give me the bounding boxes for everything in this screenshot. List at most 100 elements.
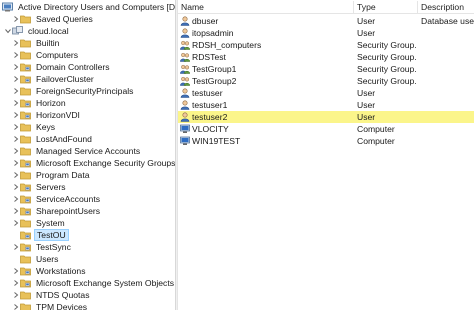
user-icon xyxy=(180,112,190,122)
tree-item-label: TPM Devices xyxy=(36,302,88,310)
tree-item[interactable]: Users xyxy=(12,253,60,265)
tree-item[interactable]: TestOU xyxy=(12,229,69,241)
tree-saved-queries[interactable]: Saved Queries xyxy=(12,13,95,25)
tree-root[interactable]: Active Directory Users and Computers [DC… xyxy=(2,1,175,13)
list-item[interactable]: TestGroup1 Security Group... xyxy=(178,63,474,75)
tree-item-label: Keys xyxy=(36,122,56,132)
ou-icon xyxy=(20,230,31,240)
tree-item-label: FailoverCluster xyxy=(36,74,94,84)
chevron-right-icon[interactable] xyxy=(12,97,20,109)
tree-item[interactable]: LostAndFound xyxy=(12,133,94,145)
folder-icon xyxy=(20,38,31,48)
item-type: User xyxy=(357,88,376,98)
item-description xyxy=(421,123,474,135)
details-list[interactable]: Name Type Description dbuser User Database… xyxy=(178,0,474,310)
chevron-right-icon[interactable] xyxy=(12,49,20,61)
folder-icon xyxy=(20,170,31,180)
tree-item-label: NTDS Quotas xyxy=(36,290,90,300)
chevron-right-icon[interactable] xyxy=(12,157,20,169)
chevron-right-icon[interactable] xyxy=(12,241,20,253)
tree-item[interactable]: Keys xyxy=(12,121,57,133)
item-type: Security Group... xyxy=(357,76,417,86)
tree-item[interactable]: TestSync xyxy=(12,241,73,253)
computer-icon xyxy=(180,124,190,134)
tree-item[interactable]: NTDS Quotas xyxy=(12,289,92,301)
chevron-right-icon[interactable] xyxy=(12,181,20,193)
tree-item[interactable]: Builtin xyxy=(12,37,61,49)
tree-domain-label: cloud.local xyxy=(28,26,69,36)
chevron-right-icon[interactable] xyxy=(12,37,20,49)
list-item[interactable]: itopsadmin User xyxy=(178,27,474,39)
chevron-right-icon[interactable] xyxy=(12,205,20,217)
ou-icon xyxy=(20,74,31,84)
chevron-right-icon[interactable] xyxy=(12,73,20,85)
tree-item-label: Servers xyxy=(36,182,66,192)
folder-icon xyxy=(20,50,31,60)
chevron-right-icon[interactable] xyxy=(12,145,20,157)
list-item[interactable]: testuser User xyxy=(178,87,474,99)
tree-item[interactable]: Servers xyxy=(12,181,68,193)
folder-icon xyxy=(20,302,31,310)
tree-item[interactable]: Microsoft Exchange Security Groups xyxy=(12,157,175,169)
tree-domain[interactable]: cloud.local xyxy=(4,25,71,37)
chevron-right-icon[interactable] xyxy=(12,13,20,25)
tree-item-label: System xyxy=(36,218,65,228)
column-header-description[interactable]: Description xyxy=(418,0,464,14)
console-tree[interactable]: Active Directory Users and Computers [DC… xyxy=(0,0,175,310)
list-item[interactable]: RDSH_computers Security Group... xyxy=(178,39,474,51)
tree-item[interactable]: FailoverCluster xyxy=(12,73,96,85)
column-header-type[interactable]: Type xyxy=(354,0,376,14)
chevron-right-icon[interactable] xyxy=(12,133,20,145)
ou-icon xyxy=(20,158,31,168)
tree-item[interactable]: Domain Controllers xyxy=(12,61,112,73)
chevron-right-icon[interactable] xyxy=(12,301,20,310)
folder-icon xyxy=(20,146,31,156)
tree-item[interactable]: TPM Devices xyxy=(12,301,89,310)
list-item[interactable]: TestGroup2 Security Group... xyxy=(178,75,474,87)
chevron-right-icon[interactable] xyxy=(12,265,20,277)
chevron-right-icon[interactable] xyxy=(12,85,20,97)
item-type: User xyxy=(357,100,376,110)
list-item[interactable]: VLOCITY Computer xyxy=(178,123,474,135)
list-item[interactable]: WIN19TEST Computer xyxy=(178,135,474,147)
tree-item[interactable]: Workstations xyxy=(12,265,88,277)
ou-icon xyxy=(20,182,31,192)
chevron-right-icon[interactable] xyxy=(12,61,20,73)
tree-item[interactable]: System xyxy=(12,217,67,229)
tree-item[interactable]: ForeignSecurityPrincipals xyxy=(12,85,135,97)
tree-item[interactable]: ServiceAccounts xyxy=(12,193,102,205)
column-header-name[interactable]: Name xyxy=(178,0,204,14)
tree-item[interactable]: Program Data xyxy=(12,169,92,181)
tree-item[interactable]: SharepointUsers xyxy=(12,205,102,217)
tree-item[interactable]: Computers xyxy=(12,49,80,61)
tree-item[interactable]: Managed Service Accounts xyxy=(12,145,142,157)
item-type: User xyxy=(357,28,376,38)
group-icon xyxy=(180,52,190,62)
list-item[interactable]: dbuser User Database user xyxy=(178,15,474,27)
item-type: Computer xyxy=(357,124,395,134)
chevron-right-icon[interactable] xyxy=(12,169,20,181)
list-item[interactable]: testuser2 User xyxy=(178,111,474,123)
item-name: itopsadmin xyxy=(192,28,234,38)
item-description xyxy=(421,99,474,111)
item-description xyxy=(421,27,474,39)
chevron-right-icon[interactable] xyxy=(12,109,20,121)
chevron-down-icon[interactable] xyxy=(4,25,12,37)
item-name: RDSH_computers xyxy=(192,40,262,50)
item-name: TestGroup2 xyxy=(192,76,237,86)
tree-item[interactable]: Horizon xyxy=(12,97,68,109)
tree-item[interactable]: HorizonVDI xyxy=(12,109,82,121)
folder-icon xyxy=(20,14,31,24)
chevron-right-icon[interactable] xyxy=(12,121,20,133)
list-item[interactable]: RDSTest Security Group... xyxy=(178,51,474,63)
list-item[interactable]: testuser1 User xyxy=(178,99,474,111)
tree-root-label: Active Directory Users and Computers [DC… xyxy=(18,2,175,12)
chevron-right-icon[interactable] xyxy=(12,277,20,289)
item-description xyxy=(421,51,474,63)
chevron-right-icon[interactable] xyxy=(12,193,20,205)
chevron-right-icon[interactable] xyxy=(12,289,20,301)
tree-item[interactable]: Microsoft Exchange System Objects xyxy=(12,277,175,289)
chevron-right-icon[interactable] xyxy=(12,217,20,229)
